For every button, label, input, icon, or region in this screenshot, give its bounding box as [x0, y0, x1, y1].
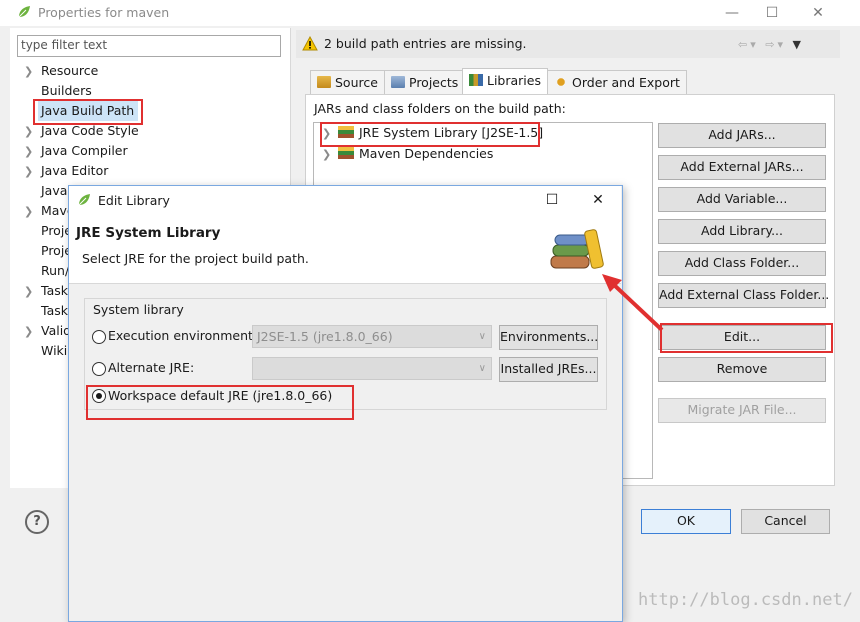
order-export-icon: [554, 76, 568, 88]
tree-item-task-tags[interactable]: Task: [24, 301, 68, 321]
projects-icon: [391, 76, 405, 88]
add-variable-button[interactable]: Add Variable...: [658, 187, 826, 212]
tab-source[interactable]: Source: [310, 70, 385, 95]
tab-order-and-export[interactable]: Order and Export: [547, 70, 687, 95]
ok-button[interactable]: OK: [641, 509, 731, 534]
tree-item-task-repository[interactable]: ❯ Task: [24, 281, 68, 301]
migrate-jar-button[interactable]: Migrate JAR File...: [658, 398, 826, 423]
minimize-button[interactable]: —: [712, 0, 752, 26]
chevron-right-icon[interactable]: ❯: [24, 322, 41, 342]
watermark-text: http://blog.csdn.net/: [638, 590, 853, 610]
dialog-header-title: JRE System Library: [76, 225, 221, 241]
chevron-right-icon[interactable]: ❯: [24, 122, 41, 142]
filter-field[interactable]: [17, 35, 281, 57]
installed-jres-button[interactable]: Installed JREs...: [499, 357, 598, 382]
window-title: Properties for maven: [38, 5, 170, 20]
tree-item-builders[interactable]: Builders: [24, 81, 92, 101]
chevron-down-icon: ∨: [478, 331, 486, 342]
tree-item-java-compiler[interactable]: ❯ Java Compiler: [24, 141, 128, 161]
highlight-box-workspace-jre: [86, 385, 354, 420]
maximize-button[interactable]: ☐: [752, 0, 792, 26]
tab-projects[interactable]: Projects: [384, 70, 466, 95]
dialog-maximize-button[interactable]: ☐: [532, 186, 572, 214]
close-button[interactable]: ✕: [798, 0, 838, 26]
cancel-button[interactable]: Cancel: [741, 509, 830, 534]
spring-leaf-icon: [78, 194, 90, 206]
filter-input[interactable]: [18, 36, 274, 54]
chevron-right-icon[interactable]: ❯: [24, 202, 41, 222]
tree-item-resource[interactable]: ❯ Resource: [24, 61, 98, 81]
chevron-right-icon[interactable]: ❯: [24, 162, 41, 182]
alternate-jre-label: Alternate JRE:: [108, 360, 195, 375]
dialog-header-subtitle: Select JRE for the project build path.: [82, 251, 309, 266]
status-message: 2 build path entries are missing.: [324, 36, 527, 51]
library-books-icon: [550, 229, 604, 269]
tree-item-maven[interactable]: ❯ Mave: [24, 201, 75, 221]
group-label: System library: [90, 302, 187, 317]
tree-item-validation[interactable]: ❯ Valid: [24, 321, 71, 341]
environments-button[interactable]: Environments...: [499, 325, 598, 350]
execution-environment-radio[interactable]: [92, 330, 106, 344]
spring-leaf-icon: [18, 6, 30, 18]
add-external-jars-button[interactable]: Add External JARs...: [658, 155, 826, 180]
tree-item-run-debug[interactable]: Run/: [24, 261, 69, 281]
history-nav-icons[interactable]: ⇦▾ ⇨▾ ▼: [738, 38, 804, 51]
libraries-icon: [469, 74, 483, 86]
tree-item-project-facets[interactable]: Proje: [24, 221, 72, 241]
alternate-jre-radio[interactable]: [92, 362, 106, 376]
tree-item-project-references[interactable]: Proje: [24, 241, 72, 261]
help-icon[interactable]: ?: [25, 510, 49, 534]
dialog-title: Edit Library: [98, 193, 170, 208]
chevron-right-icon[interactable]: ❯: [24, 142, 41, 162]
tree-item-java-editor[interactable]: ❯ Java Editor: [24, 161, 108, 181]
chevron-down-icon: ∨: [478, 363, 486, 374]
remove-button[interactable]: Remove: [658, 357, 826, 382]
jar-list-label: JARs and class folders on the build path…: [314, 101, 566, 116]
add-external-class-folder-button[interactable]: Add External Class Folder...: [658, 283, 829, 308]
warning-icon: [302, 36, 318, 51]
tree-item-wikitext[interactable]: Wiki: [24, 341, 67, 361]
tab-libraries[interactable]: Libraries: [462, 68, 548, 96]
tree-item-java-code-style[interactable]: ❯ Java Code Style: [24, 121, 139, 141]
chevron-right-icon[interactable]: ❯: [24, 282, 41, 302]
execution-environment-select[interactable]: J2SE-1.5 (jre1.8.0_66) ∨: [252, 325, 492, 348]
library-icon: [338, 147, 354, 159]
dialog-close-button[interactable]: ✕: [578, 186, 618, 214]
annotation-arrow: [602, 274, 664, 332]
alternate-jre-select[interactable]: ∨: [252, 357, 492, 380]
library-item-maven[interactable]: ❯ Maven Dependencies: [322, 144, 493, 164]
highlight-box-edit: [660, 323, 833, 353]
source-icon: [317, 76, 331, 88]
chevron-right-icon[interactable]: ❯: [24, 62, 41, 82]
add-library-button[interactable]: Add Library...: [658, 219, 826, 244]
add-class-folder-button[interactable]: Add Class Folder...: [658, 251, 826, 276]
execution-environment-label: Execution environment:: [108, 328, 258, 343]
chevron-right-icon[interactable]: ❯: [322, 145, 338, 165]
add-jars-button[interactable]: Add JARs...: [658, 123, 826, 148]
